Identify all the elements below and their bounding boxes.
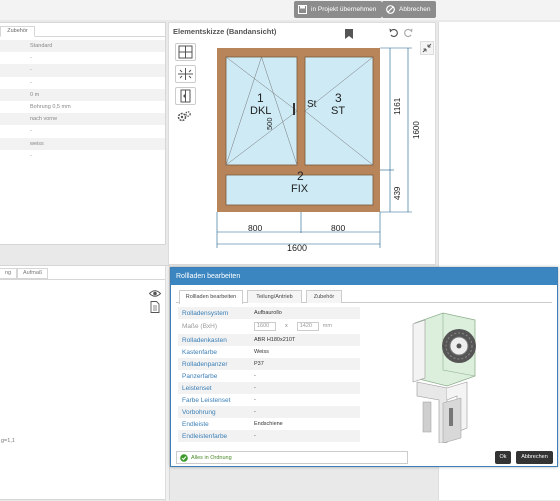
field-label: Farbe Leistenset: [182, 396, 231, 404]
save-icon: [298, 5, 307, 14]
tab-ng[interactable]: ng: [0, 268, 18, 279]
fixed-number: 2: [297, 169, 304, 183]
handle-icon: [293, 103, 295, 115]
tab-aufmass[interactable]: Aufmaß: [17, 268, 49, 279]
scrollbar[interactable]: [165, 266, 169, 501]
dim-upper-height: 1161: [393, 97, 402, 115]
rollladen-dialog: Rollladen bearbeiten Rollladen bearbeite…: [170, 267, 558, 467]
rollladen-product-image: [412, 312, 476, 443]
dim-total-width: 1600: [287, 243, 308, 253]
property-row: -: [30, 128, 32, 135]
field-label: Rolladenpanzer: [182, 360, 228, 368]
field-row-vorbohrung: Vorbohrung -: [178, 406, 360, 418]
field-row-farbe-leistenset: Farbe Leistenset -: [178, 394, 360, 406]
sash-left-number: 1: [257, 91, 264, 105]
field-value[interactable]: ABR H180x210T: [254, 337, 295, 343]
field-label: Leistenset: [182, 384, 212, 392]
field-value[interactable]: -: [254, 433, 256, 439]
properties-panel: Zubehör Standard - - - 0 m Bohrung 0,5 m…: [0, 22, 166, 245]
field-row-masse: Maße (BxH) 1600 x 1420 mm: [178, 320, 360, 332]
field-value[interactable]: -: [254, 409, 256, 415]
field-row-endleiste: Endleiste Endschiene: [178, 418, 360, 430]
field-row-panzerfarbe: Panzerfarbe -: [178, 370, 360, 382]
field-label: Panzerfarbe: [182, 372, 218, 380]
property-row: nach vorne: [0, 113, 165, 126]
top-toolbar: in Projekt übernehmen Abbrechen: [0, 0, 560, 20]
field-row-kastenfarbe: Kastenfarbe Weiss: [178, 346, 360, 358]
dim-total-height: 1600: [412, 121, 421, 139]
property-row: Standard: [0, 40, 165, 53]
field-row-rolladenkasten: Rolladenkasten ABR H180x210T: [178, 334, 360, 346]
properties-tabs: Zubehör: [0, 23, 165, 37]
dialog-title: Rollladen bearbeiten: [171, 268, 557, 285]
sash-right-number: 3: [335, 91, 342, 105]
eye-icon[interactable]: [149, 289, 161, 298]
status-bar: Alles in Ordnung: [176, 451, 408, 464]
mullion-label: St: [307, 99, 317, 110]
field-value[interactable]: Weiss: [254, 349, 269, 355]
cancel-icon: [386, 5, 395, 14]
tab-zubehoer[interactable]: Zubehör: [0, 26, 35, 37]
cancel-dialog-button[interactable]: Abbrechen: [516, 451, 553, 464]
width-input[interactable]: 1600: [254, 321, 276, 331]
ok-button[interactable]: Ok: [495, 451, 511, 464]
field-label: Rolladensystem: [182, 309, 229, 317]
check-circle-icon: [180, 453, 188, 462]
element-sketch-panel: Elementskizze (Bandansicht) 1 DKL St 3 S…: [168, 22, 436, 265]
property-row: -: [30, 55, 32, 62]
tab-teilung-antrieb[interactable]: Teilung/Antrieb: [247, 290, 302, 303]
field-value[interactable]: -: [254, 373, 256, 379]
document-icon[interactable]: [150, 301, 160, 313]
field-label: Vorbohrung: [182, 408, 216, 416]
field-row-endleistenfarbe: Endleistenfarbe -: [178, 430, 360, 442]
dialog-tabs: Rollladen bearbeiten Teilung/Antrieb Zub…: [176, 288, 552, 304]
field-row-rolladensystem: Rolladensystem Aufbaurollo: [178, 307, 360, 319]
tab-rollladen-bearbeiten[interactable]: Rollladen bearbeiten: [179, 290, 243, 304]
field-label: Endleiste: [182, 420, 209, 428]
field-label: Rolladenkasten: [182, 336, 227, 344]
property-row: -: [0, 64, 165, 77]
field-value[interactable]: -: [254, 397, 256, 403]
field-label: Kastenfarbe: [182, 348, 218, 356]
sash-right-type: ST: [331, 105, 346, 117]
property-row: 0 m: [0, 88, 165, 101]
handle-height-label: 500: [265, 117, 274, 130]
field-value[interactable]: P37: [254, 361, 264, 367]
dim-lower-height: 439: [393, 186, 402, 200]
property-row: weiss: [0, 137, 165, 150]
field-label: Endleistenfarbe: [182, 432, 228, 440]
sash-left-type: DKL: [250, 105, 272, 117]
status-text: Alles in Ordnung: [191, 454, 232, 461]
property-row: -: [30, 79, 32, 86]
field-value[interactable]: -: [254, 385, 256, 391]
cancel-top-button[interactable]: Abbrechen: [382, 1, 437, 18]
tab-zubehoer-dialog[interactable]: Zubehör: [306, 290, 342, 303]
lower-left-panel: ng Aufmaß g=1,1: [0, 265, 170, 501]
field-value[interactable]: Endschiene: [254, 421, 283, 427]
dim-separator: x: [285, 323, 288, 329]
dim-left-width: 800: [248, 223, 263, 233]
field-value[interactable]: Aufbaurollo: [254, 310, 282, 316]
property-row: Bohrung 0,5 mm: [30, 104, 71, 111]
code-text: g=1,1: [1, 438, 15, 444]
field-label: Maße (BxH): [182, 322, 218, 330]
field-row-rolladenpanzer: Rolladenpanzer P37: [178, 358, 360, 370]
height-input[interactable]: 1420: [296, 321, 319, 331]
cancel-top-label: Abbrechen: [399, 6, 431, 13]
fixed-type: FIX: [291, 183, 309, 195]
field-row-leistenset: Leistenset -: [178, 382, 360, 394]
dim-right-width: 800: [331, 223, 346, 233]
apply-label: in Projekt übernehmen: [311, 6, 377, 13]
apply-to-project-button[interactable]: in Projekt übernehmen: [294, 1, 383, 18]
unit-label: mm: [322, 323, 332, 329]
window-sketch: [216, 47, 412, 248]
property-row: -: [30, 152, 32, 159]
